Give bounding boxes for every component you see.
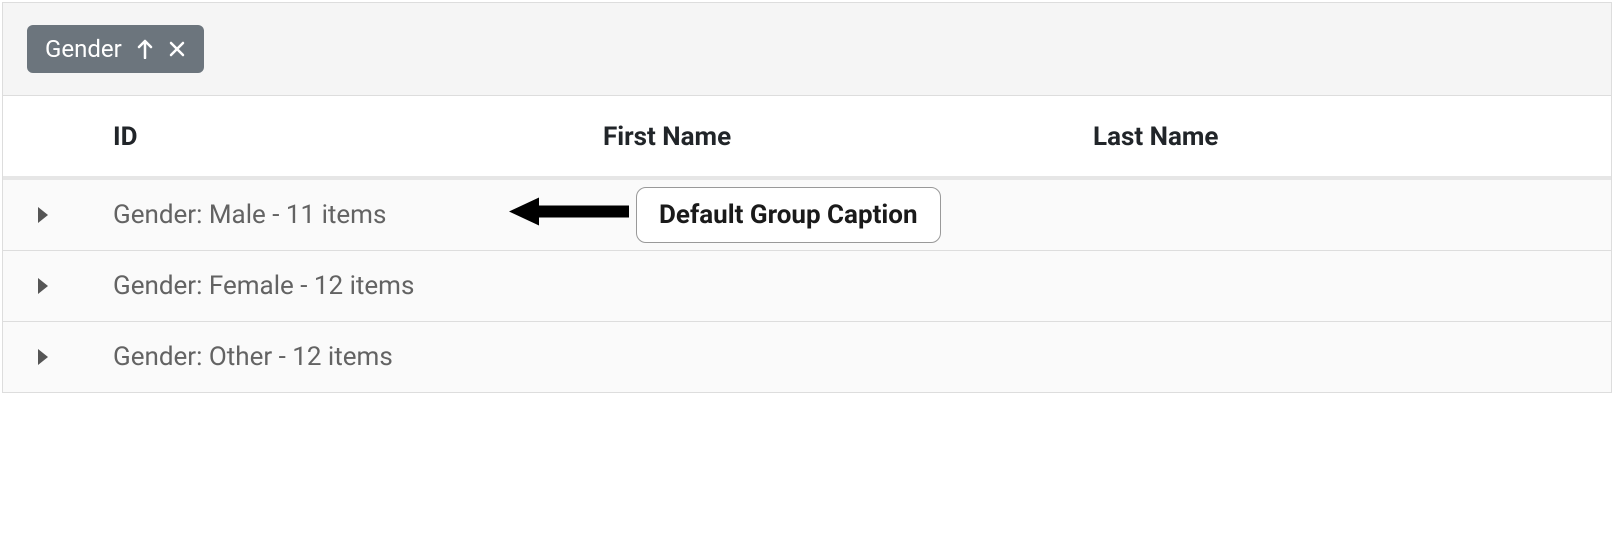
chevron-right-icon (35, 277, 51, 295)
expand-toggle[interactable] (35, 206, 113, 224)
group-chip-gender[interactable]: Gender (27, 25, 204, 73)
expand-column-header (3, 122, 113, 152)
group-caption: Gender: Other - 12 items (113, 342, 393, 372)
chevron-right-icon (35, 206, 51, 224)
annotation-arrow-icon (509, 194, 629, 237)
group-chip-label: Gender (45, 35, 122, 63)
annotation-label: Default Group Caption (636, 187, 941, 243)
group-caption: Gender: Female - 12 items (113, 271, 414, 301)
group-row[interactable]: Gender: Male - 11 items Default Group Ca… (3, 180, 1611, 251)
close-icon[interactable] (168, 40, 186, 58)
expand-toggle[interactable] (35, 277, 113, 295)
group-panel: Gender (3, 3, 1611, 96)
data-grid: Gender ID First Name Last Name (2, 2, 1612, 393)
group-caption: Gender: Male - 11 items (113, 200, 386, 230)
expand-toggle[interactable] (35, 348, 113, 366)
column-header-last-name[interactable]: Last Name (1093, 122, 1611, 152)
column-header-first-name[interactable]: First Name (603, 122, 1093, 152)
chevron-right-icon (35, 348, 51, 366)
group-row[interactable]: Gender: Female - 12 items (3, 251, 1611, 322)
arrow-up-icon[interactable] (136, 39, 154, 59)
column-header-id[interactable]: ID (113, 122, 603, 152)
column-header-row: ID First Name Last Name (3, 96, 1611, 180)
group-row[interactable]: Gender: Other - 12 items (3, 322, 1611, 392)
